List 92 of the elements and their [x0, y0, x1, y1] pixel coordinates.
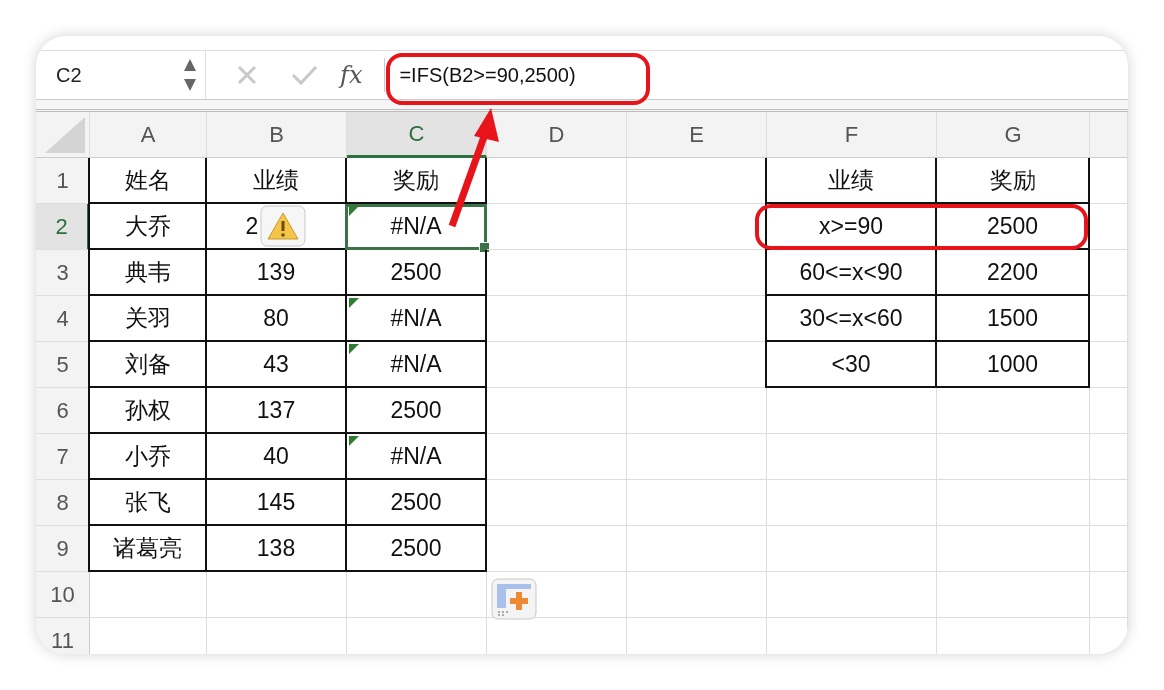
table-cell: #N/A	[345, 434, 487, 480]
table-cell: 关羽	[88, 296, 207, 342]
table-cell: #N/A	[345, 204, 487, 250]
column-header[interactable]: B	[207, 112, 347, 158]
table-cell: 姓名	[88, 158, 207, 204]
column-header[interactable]	[1090, 112, 1128, 158]
table-cell: #N/A	[345, 296, 487, 342]
table-cell: 奖励	[345, 158, 487, 204]
empty-cell[interactable]	[627, 526, 767, 572]
table-cell: 业绩	[765, 158, 937, 204]
table-cell: 2500	[345, 388, 487, 434]
table-cell: 小乔	[88, 434, 207, 480]
column-header[interactable]: G	[937, 112, 1090, 158]
empty-cell[interactable]	[487, 158, 627, 204]
table-cell: 孙权	[88, 388, 207, 434]
table-cell: 奖励	[935, 158, 1090, 204]
empty-cell[interactable]	[487, 204, 627, 250]
table-cell: 2500	[345, 480, 487, 526]
paste-options-icon[interactable]	[491, 578, 537, 620]
row-header[interactable]: 8	[36, 480, 90, 526]
row-header[interactable]: 9	[36, 526, 90, 572]
table-cell: #N/A	[345, 342, 487, 388]
empty-cell[interactable]	[487, 572, 627, 618]
column-header[interactable]: A	[90, 112, 207, 158]
warning-icon[interactable]	[260, 205, 307, 247]
table-cell: 典韦	[88, 250, 207, 296]
stepper-icon[interactable]	[183, 57, 197, 93]
row-header[interactable]: 5	[36, 342, 90, 388]
empty-cell[interactable]	[487, 388, 627, 434]
empty-cell[interactable]	[1090, 572, 1128, 618]
name-box[interactable]: C2	[36, 51, 206, 99]
insert-function-icon[interactable]: fx	[340, 61, 363, 89]
table-cell: 1500	[935, 296, 1090, 342]
column-header[interactable]: F	[767, 112, 937, 158]
empty-cell[interactable]	[1090, 526, 1128, 572]
row-header[interactable]: 7	[36, 434, 90, 480]
column-header[interactable]: C	[347, 112, 487, 158]
table-cell: 2200	[935, 250, 1090, 296]
empty-cell[interactable]	[487, 342, 627, 388]
empty-cell[interactable]	[627, 480, 767, 526]
empty-cell[interactable]	[1090, 434, 1128, 480]
empty-cell[interactable]	[627, 388, 767, 434]
empty-cell[interactable]	[937, 526, 1090, 572]
empty-cell[interactable]	[1090, 388, 1128, 434]
table-cell: 60<=x<90	[765, 250, 937, 296]
empty-cell[interactable]	[627, 572, 767, 618]
empty-cell[interactable]	[1090, 342, 1128, 388]
row-header[interactable]: 6	[36, 388, 90, 434]
table-cell: 30<=x<60	[765, 296, 937, 342]
row-header[interactable]: 10	[36, 572, 90, 618]
empty-cell[interactable]	[767, 434, 937, 480]
select-all-icon[interactable]	[45, 117, 85, 153]
empty-cell[interactable]	[627, 434, 767, 480]
row-header[interactable]: 3	[36, 250, 90, 296]
empty-cell[interactable]	[937, 434, 1090, 480]
empty-cell[interactable]	[487, 296, 627, 342]
empty-cell[interactable]	[1090, 480, 1128, 526]
empty-cell[interactable]	[1090, 296, 1128, 342]
empty-cell[interactable]	[207, 572, 347, 618]
empty-cell[interactable]	[767, 480, 937, 526]
empty-cell[interactable]	[487, 250, 627, 296]
row-header[interactable]: 4	[36, 296, 90, 342]
empty-cell[interactable]	[767, 526, 937, 572]
empty-cell[interactable]	[767, 572, 937, 618]
empty-cell[interactable]	[487, 434, 627, 480]
empty-cell[interactable]	[937, 388, 1090, 434]
table-cell: 张飞	[88, 480, 207, 526]
empty-cell[interactable]	[937, 572, 1090, 618]
empty-cell[interactable]	[937, 480, 1090, 526]
table-cell: 2500	[345, 526, 487, 572]
cancel-icon[interactable]	[236, 64, 258, 86]
empty-cell[interactable]	[487, 480, 627, 526]
table-cell: 诸葛亮	[88, 526, 207, 572]
row-header[interactable]: 11	[36, 618, 90, 654]
fill-handle[interactable]	[479, 242, 490, 253]
table-cell: 刘备	[88, 342, 207, 388]
column-header[interactable]: E	[627, 112, 767, 158]
formula-field[interactable]: =IFS(B2>=90,2500)	[384, 58, 590, 92]
table-cell: <30	[765, 342, 937, 388]
table-cell: 1000	[935, 342, 1090, 388]
check-icon[interactable]	[290, 64, 318, 86]
row-header[interactable]: 1	[36, 158, 90, 204]
empty-cell[interactable]	[1090, 204, 1128, 250]
column-header[interactable]: D	[487, 112, 627, 158]
empty-cell[interactable]	[767, 388, 937, 434]
row-header[interactable]: 2	[36, 204, 90, 250]
empty-cell[interactable]	[347, 572, 487, 618]
table-cell: 2	[205, 204, 347, 250]
empty-cell[interactable]	[487, 526, 627, 572]
empty-cell[interactable]	[1090, 250, 1128, 296]
table-cell: 大乔	[88, 204, 207, 250]
table-cell: 2500	[345, 250, 487, 296]
